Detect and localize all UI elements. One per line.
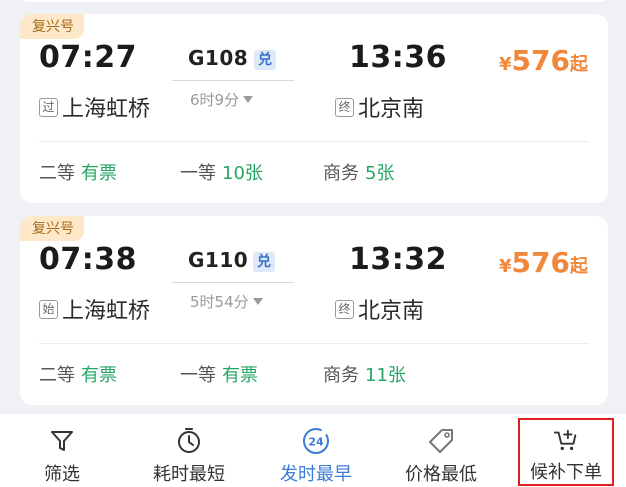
seat-business-class: 商务 5张 [323,159,394,185]
divider [39,343,589,344]
seat-class-label: 商务 [323,163,359,184]
train-number: G110 [188,248,249,272]
price: ¥ 576 起 [499,44,588,77]
seat-business-class: 商务 11张 [323,361,406,387]
seat-class-label: 一等 [180,365,216,386]
caret-down-icon [243,96,254,103]
seat-first-class: 一等 10张 [180,159,263,185]
arrival-time: 13:36 [349,40,447,75]
waitlist-label: 候补下单 [530,462,602,483]
redeem-badge: 兑 [253,252,275,272]
seat-availability: 有票 [81,163,117,184]
price-amount: 576 [511,44,570,77]
station-tag: 终 [335,299,354,319]
seat-availability: 10张 [222,163,263,184]
seat-availability: 有票 [222,365,258,386]
sort-lowest-price-button[interactable]: 价格最低 [395,414,487,487]
seat-availability: 有票 [81,365,117,386]
price-amount: 576 [511,246,570,279]
seat-availability: 11张 [365,365,406,386]
duration-toggle[interactable]: 5时54分 [190,291,263,312]
departure-time: 07:27 [39,40,137,75]
lowest-price-label: 价格最低 [405,464,477,485]
train-card[interactable]: 复兴号 07:27 G108 兑 6时9分 13:36 过 上海虹桥 终 北京南… [20,14,608,203]
divider [39,141,589,142]
stopwatch-icon [178,428,200,453]
station-tag: 过 [39,97,58,117]
departure-station: 过 上海虹桥 [39,91,150,123]
bottom-toolbar: 筛选 耗时最短 24 发时最早 价格最低 候补下单 [0,414,626,487]
route-line [172,80,294,81]
filter-label: 筛选 [44,464,80,485]
station-tag: 终 [335,97,354,117]
seat-second-class: 二等 有票 [39,361,117,387]
seat-class-label: 二等 [39,365,75,386]
seat-class-label: 商务 [323,365,359,386]
price: ¥ 576 起 [499,246,588,279]
clock-24-text: 24 [308,436,324,449]
sort-earliest-departure-button[interactable]: 24 发时最早 [270,414,362,487]
train-type-badge: 复兴号 [20,14,84,39]
redeem-badge: 兑 [254,50,276,70]
route-line [172,282,294,283]
duration-toggle[interactable]: 6时9分 [190,89,254,110]
clock-24-icon: 24 [303,428,329,454]
shortest-duration-label: 耗时最短 [153,464,225,485]
station-tag: 始 [39,299,58,319]
currency-symbol: ¥ [499,54,512,75]
cart-plus-icon [553,429,577,451]
filter-icon [51,431,73,451]
train-list-screen: 复兴号 07:27 G108 兑 6时9分 13:36 过 上海虹桥 终 北京南… [0,0,626,487]
seat-class-label: 二等 [39,163,75,184]
earliest-departure-label: 发时最早 [280,464,352,485]
price-suffix: 起 [570,256,588,277]
departure-station-name: 上海虹桥 [62,97,151,122]
duration-text: 6时9分 [190,91,240,109]
sort-shortest-duration-button[interactable]: 耗时最短 [143,414,235,487]
previous-train-card [20,0,608,2]
train-number: G108 [188,46,249,70]
arrival-station: 终 北京南 [335,293,424,325]
seat-second-class: 二等 有票 [39,159,117,185]
arrival-station-name: 北京南 [358,299,425,324]
duration-text: 5时54分 [190,293,249,311]
departure-station: 始 上海虹桥 [39,293,150,325]
seat-class-label: 一等 [180,163,216,184]
seat-first-class: 一等 有票 [180,361,258,387]
arrival-station: 终 北京南 [335,91,424,123]
arrival-station-name: 北京南 [358,97,425,122]
currency-symbol: ¥ [499,256,512,277]
price-tag-icon [429,429,453,453]
seat-availability: 5张 [365,163,395,184]
departure-station-name: 上海虹桥 [62,299,151,324]
departure-time: 07:38 [39,242,137,277]
train-card[interactable]: 复兴号 07:38 G110 兑 5时54分 13:32 始 上海虹桥 终 北京… [20,216,608,405]
waitlist-order-button[interactable]: 候补下单 [518,418,614,486]
arrival-time: 13:32 [349,242,447,277]
price-suffix: 起 [570,54,588,75]
filter-button[interactable]: 筛选 [30,414,94,487]
train-type-badge: 复兴号 [20,216,84,241]
caret-down-icon [252,298,263,305]
